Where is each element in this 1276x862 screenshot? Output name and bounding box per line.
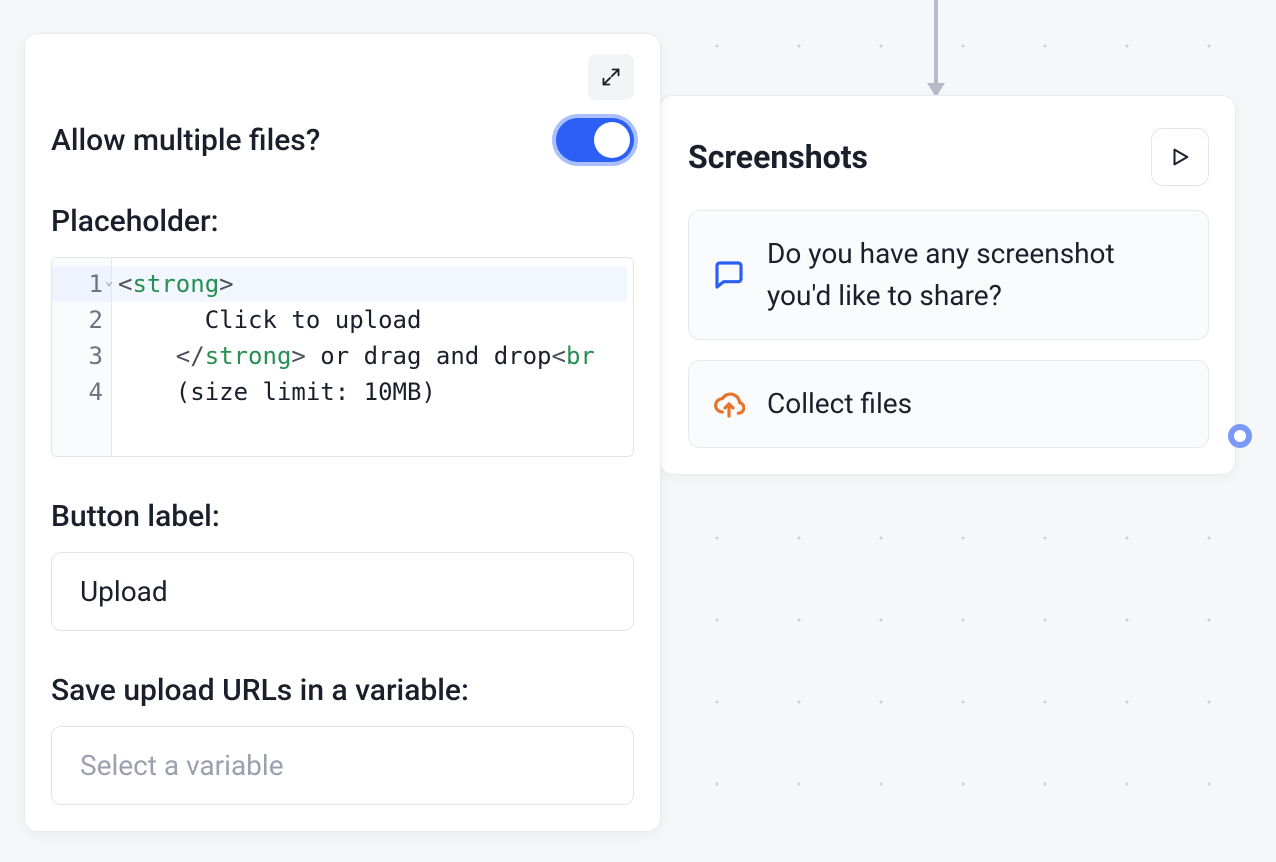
code-line[interactable]: <strong> bbox=[112, 266, 627, 302]
expand-icon bbox=[601, 67, 621, 87]
button-label-input[interactable] bbox=[51, 552, 634, 631]
node-output-port[interactable] bbox=[1228, 424, 1252, 448]
code-line[interactable]: (size limit: 10MB) bbox=[118, 374, 627, 410]
placeholder-heading: Placeholder: bbox=[51, 204, 634, 239]
allow-multiple-toggle[interactable] bbox=[556, 118, 634, 162]
cloud-upload-icon bbox=[713, 388, 745, 420]
placeholder-code-editor[interactable]: 1⌄234 <strong> Click to upload </strong>… bbox=[51, 257, 634, 457]
gutter-line: 4 bbox=[52, 374, 103, 410]
config-panel: Allow multiple files? Placeholder: 1⌄234… bbox=[24, 33, 661, 832]
button-label-heading: Button label: bbox=[51, 499, 634, 534]
node-item-message[interactable]: Do you have any screenshot you'd like to… bbox=[688, 210, 1209, 340]
code-body[interactable]: <strong> Click to upload </strong> or dr… bbox=[112, 258, 633, 456]
run-node-button[interactable] bbox=[1151, 128, 1209, 186]
node-item-text: Do you have any screenshot you'd like to… bbox=[767, 233, 1184, 317]
code-line[interactable]: </strong> or drag and drop<br bbox=[118, 338, 627, 374]
gutter-line: 1⌄ bbox=[51, 266, 111, 302]
play-icon bbox=[1169, 146, 1191, 168]
allow-multiple-label: Allow multiple files? bbox=[51, 123, 320, 158]
gutter-line: 2 bbox=[52, 302, 103, 338]
save-variable-heading: Save upload URLs in a variable: bbox=[51, 673, 634, 708]
gutter-line: 3 bbox=[52, 338, 103, 374]
node-item-text: Collect files bbox=[767, 383, 912, 425]
node-title: Screenshots bbox=[688, 138, 868, 176]
chat-icon bbox=[713, 259, 745, 291]
toggle-knob bbox=[594, 122, 630, 158]
expand-button[interactable] bbox=[588, 54, 634, 100]
flow-node-card[interactable]: Screenshots Do you have any screenshot y… bbox=[659, 95, 1236, 475]
code-line[interactable]: Click to upload bbox=[118, 302, 627, 338]
code-gutter: 1⌄234 bbox=[52, 258, 112, 456]
save-variable-select[interactable]: Select a variable bbox=[51, 726, 634, 805]
flow-arrow-down bbox=[934, 0, 938, 95]
node-item-collect-files[interactable]: Collect files bbox=[688, 360, 1209, 448]
